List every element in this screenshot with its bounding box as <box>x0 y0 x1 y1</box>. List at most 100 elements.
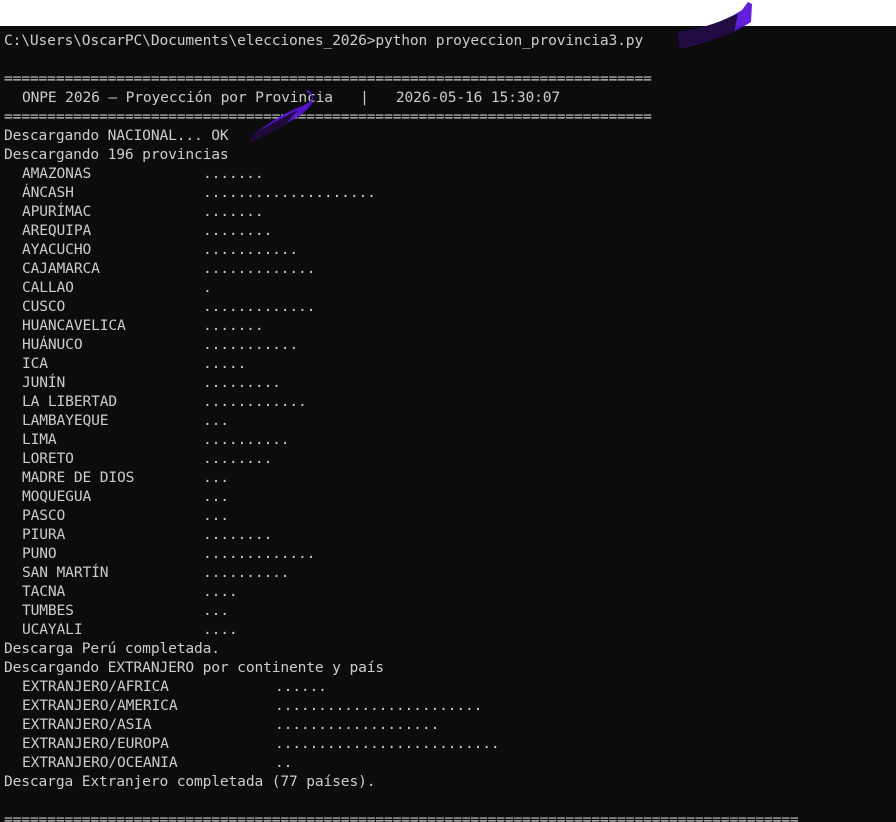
region-row: PUNO............. <box>4 544 799 563</box>
continent-row-name: EXTRANJERO/EUROPA <box>22 735 169 752</box>
region-row-progress-dots: ..... <box>203 355 247 372</box>
continent-row: EXTRANJERO/OCEANIA.. <box>4 753 799 772</box>
region-row: APURÍMAC....... <box>4 202 799 221</box>
continent-row-progress-dots: ...... <box>275 678 327 695</box>
region-row-progress-dots: .......... <box>203 431 290 448</box>
continent-row-progress-dots: .. <box>275 754 293 771</box>
region-row: TUMBES... <box>4 601 799 620</box>
region-row: LA LIBERTAD............ <box>4 392 799 411</box>
separator-line: ========================================… <box>4 108 652 125</box>
region-row: MOQUEGUA... <box>4 487 799 506</box>
region-row: JUNÍN......... <box>4 373 799 392</box>
region-row-progress-dots: ........... <box>203 336 298 353</box>
header-timestamp: 2026-05-16 15:30:07 <box>395 89 560 106</box>
region-row-progress-dots: .... <box>203 621 238 638</box>
region-row-name: UCAYALI <box>22 621 83 638</box>
region-row-name: AYACUCHO <box>22 241 92 258</box>
region-row: HUÁNUCO........... <box>4 335 799 354</box>
continent-row-name: EXTRANJERO/AMERICA <box>22 697 178 714</box>
region-row-name: AMAZONAS <box>22 165 92 182</box>
region-row-name: ICA <box>22 355 48 372</box>
region-row: UCAYALI.... <box>4 620 799 639</box>
region-row-name: LAMBAYEQUE <box>22 412 109 429</box>
region-list: AMAZONAS....... ÁNCASH...................… <box>4 164 799 639</box>
region-row-progress-dots: ............. <box>203 298 316 315</box>
region-row-progress-dots: ........ <box>203 526 273 543</box>
region-row-name: LORETO <box>22 450 74 467</box>
region-row-name: AREQUIPA <box>22 222 92 239</box>
region-row: AMAZONAS....... <box>4 164 799 183</box>
region-row-progress-dots: ... <box>203 602 229 619</box>
region-row-progress-dots: ....... <box>203 203 264 220</box>
region-row-progress-dots: ........... <box>203 241 298 258</box>
continent-row-progress-dots: ................... <box>275 716 440 733</box>
region-row-name: TUMBES <box>22 602 74 619</box>
region-row-progress-dots: . <box>203 279 212 296</box>
region-row: CUSCO............. <box>4 297 799 316</box>
continent-row: EXTRANJERO/AFRICA...... <box>4 677 799 696</box>
region-row-name: HUÁNUCO <box>22 336 83 353</box>
status-extranjero-done: Descarga Extranjero completada (77 paíse… <box>4 773 376 790</box>
region-row-progress-dots: ... <box>203 469 229 486</box>
continent-row: EXTRANJERO/ASIA................... <box>4 715 799 734</box>
region-row: PIURA........ <box>4 525 799 544</box>
region-row-name: MADRE DE DIOS <box>22 469 135 486</box>
region-row: TACNA.... <box>4 582 799 601</box>
region-row-progress-dots: .......... <box>203 564 290 581</box>
command-line: C:\Users\OscarPC\Documents\elecciones_20… <box>4 32 644 49</box>
region-row-name: LIMA <box>22 431 57 448</box>
region-row-progress-dots: ......... <box>203 374 281 391</box>
continent-list: EXTRANJERO/AFRICA...... EXTRANJERO/AMERIC… <box>4 677 799 772</box>
region-row: SAN MARTÍN.......... <box>4 563 799 582</box>
terminal-window[interactable]: C:\Users\OscarPC\Documents\elecciones_20… <box>0 26 896 822</box>
region-row: ICA..... <box>4 354 799 373</box>
continent-row-progress-dots: ........................ <box>275 697 483 714</box>
region-row: CAJAMARCA............. <box>4 259 799 278</box>
region-row-name: LA LIBERTAD <box>22 393 117 410</box>
region-row-progress-dots: ........ <box>203 450 273 467</box>
region-row-progress-dots: ... <box>203 488 229 505</box>
region-row-name: SAN MARTÍN <box>22 564 109 581</box>
region-row-name: CAJAMARCA <box>22 260 100 277</box>
region-row-name: CUSCO <box>22 298 66 315</box>
window-top-strip <box>0 0 896 26</box>
region-row: CALLAO. <box>4 278 799 297</box>
region-row-progress-dots: ... <box>203 507 229 524</box>
region-row-progress-dots: ... <box>203 412 229 429</box>
status-nacional: Descargando NACIONAL... OK <box>4 127 229 144</box>
region-row-name: PUNO <box>22 545 57 562</box>
region-row-name: HUANCAVELICA <box>22 317 126 334</box>
continent-row-name: EXTRANJERO/OCEANIA <box>22 754 178 771</box>
status-extranjero-start: Descargando EXTRANJERO por continente y … <box>4 659 384 676</box>
region-row: ÁNCASH.................... <box>4 183 799 202</box>
region-row: AREQUIPA........ <box>4 221 799 240</box>
region-row-name: CALLAO <box>22 279 74 296</box>
region-row-progress-dots: .................... <box>203 184 376 201</box>
region-row-progress-dots: ............. <box>203 260 316 277</box>
continent-row: EXTRANJERO/AMERICA......................… <box>4 696 799 715</box>
region-row-progress-dots: ............ <box>203 393 307 410</box>
region-row: HUANCAVELICA....... <box>4 316 799 335</box>
region-row-progress-dots: ............. <box>203 545 316 562</box>
region-row-name: MOQUEGUA <box>22 488 92 505</box>
continent-row-progress-dots: .......................... <box>275 735 500 752</box>
continent-row-name: EXTRANJERO/AFRICA <box>22 678 169 695</box>
status-provincias: Descargando 196 provincias <box>4 146 229 163</box>
region-row-name: TACNA <box>22 583 66 600</box>
region-row-name: APURÍMAC <box>22 203 92 220</box>
region-row: MADRE DE DIOS... <box>4 468 799 487</box>
region-row-name: ÁNCASH <box>22 184 74 201</box>
region-row-progress-dots: ....... <box>203 317 264 334</box>
header-title: ONPE 2026 – Proyección por Provincia <box>22 89 333 106</box>
final-separator-line: ========================================… <box>4 811 799 822</box>
region-row: LORETO........ <box>4 449 799 468</box>
region-row-progress-dots: ........ <box>203 222 273 239</box>
region-row: LAMBAYEQUE... <box>4 411 799 430</box>
region-row-progress-dots: .... <box>203 583 238 600</box>
region-row-name: PIURA <box>22 526 66 543</box>
continent-row-name: EXTRANJERO/ASIA <box>22 716 152 733</box>
continent-row: EXTRANJERO/EUROPA.......................… <box>4 734 799 753</box>
header-line: ONPE 2026 – Proyección por Provincia | 202… <box>4 88 799 107</box>
